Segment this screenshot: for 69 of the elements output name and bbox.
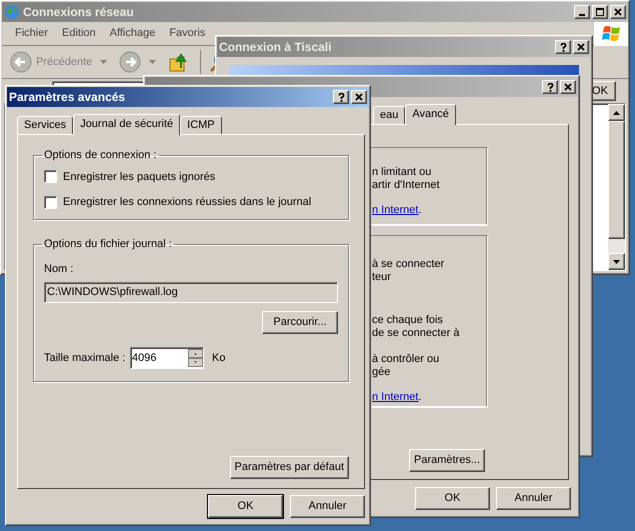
close-icon [564, 82, 572, 92]
dropdown-caret-icon[interactable] [149, 60, 156, 64]
internet-link[interactable]: n Internet [372, 204, 418, 217]
minimize-button[interactable] [574, 5, 590, 19]
help-icon [546, 82, 554, 92]
close-icon [614, 8, 622, 16]
scroll-up-icon[interactable] [613, 110, 620, 114]
windows-flag-icon [602, 24, 622, 42]
help-button[interactable] [333, 90, 349, 104]
settings-button[interactable]: Paramètres... [409, 449, 485, 472]
minimize-icon [579, 14, 585, 16]
menu-item[interactable]: Edition [55, 25, 103, 42]
internet-link[interactable]: n Internet [372, 391, 418, 404]
checkbox[interactable] [44, 170, 57, 184]
close-button[interactable] [573, 40, 589, 54]
close-button[interactable] [610, 5, 626, 19]
menu-item[interactable]: Favoris [162, 25, 212, 42]
close-button[interactable] [560, 80, 576, 94]
window-title: Paramètres avancés [9, 89, 126, 106]
help-icon [559, 42, 567, 52]
file-path-field: C:\WINDOWS\pfirewall.log [44, 282, 338, 303]
tab[interactable]: Services [17, 116, 74, 134]
description-text: de se connecter à [371, 327, 460, 340]
help-button[interactable] [542, 80, 558, 94]
unit-text: Ko [212, 350, 226, 366]
punctuation-text: . [418, 204, 422, 217]
network-globe-icon [4, 4, 20, 20]
size-spinner[interactable]: 4096 [130, 347, 204, 369]
ok-button[interactable]: OK [208, 495, 283, 518]
description-text: artir d'Internet [371, 179, 441, 192]
spin-up-icon[interactable] [188, 349, 203, 358]
cancel-button[interactable]: Annuler [496, 487, 571, 510]
defaults-button[interactable]: Paramètres par défaut [230, 456, 349, 479]
cancel-button[interactable]: Annuler [290, 495, 365, 518]
tab[interactable]: Avancé [405, 104, 456, 125]
tab[interactable]: Journal de sécurité [73, 114, 180, 135]
checkbox[interactable] [44, 196, 57, 209]
group-title: Options de connexion : [43, 148, 158, 163]
description-text: gée [371, 366, 392, 379]
description-text: teur [371, 271, 392, 284]
ok-button[interactable]: OK [415, 487, 490, 510]
maximize-icon [596, 8, 604, 16]
help-button[interactable] [555, 40, 571, 54]
description-text: ce chaque fois [371, 314, 444, 327]
close-button[interactable] [351, 90, 367, 104]
close-icon [355, 92, 363, 102]
tab[interactable]: ICMP [180, 116, 222, 134]
field-label: Taille maximale : [44, 350, 126, 366]
menu-item[interactable]: Affichage [102, 25, 162, 42]
window-title: Connexion à Tiscali [219, 39, 332, 56]
field-label: Nom : [44, 262, 74, 276]
tab[interactable]: eau [373, 106, 406, 124]
help-icon [337, 92, 345, 102]
punctuation-text: . [418, 391, 422, 404]
close-icon [577, 42, 585, 52]
scroll-down-icon[interactable] [613, 260, 620, 264]
description-text: n limitant ou [371, 166, 432, 179]
checkbox-label: Enregistrer les paquets ignorés [63, 170, 216, 184]
scrollbar[interactable] [608, 104, 625, 270]
checkbox-label: Enregistrer les connexions réussies dans le journal [63, 195, 312, 210]
description-text: à se connecter [371, 258, 446, 271]
description-text: à contrôler ou [371, 353, 440, 366]
group-title: Options du fichier journal : [43, 237, 173, 252]
menu-item[interactable]: Fichier [8, 25, 56, 42]
spin-down-icon[interactable] [188, 358, 203, 367]
dropdown-caret-icon[interactable] [100, 60, 108, 64]
window-title: Connexions réseau [23, 4, 134, 21]
maximize-button[interactable] [592, 5, 608, 19]
browse-button[interactable]: Parcourir... [262, 311, 338, 334]
